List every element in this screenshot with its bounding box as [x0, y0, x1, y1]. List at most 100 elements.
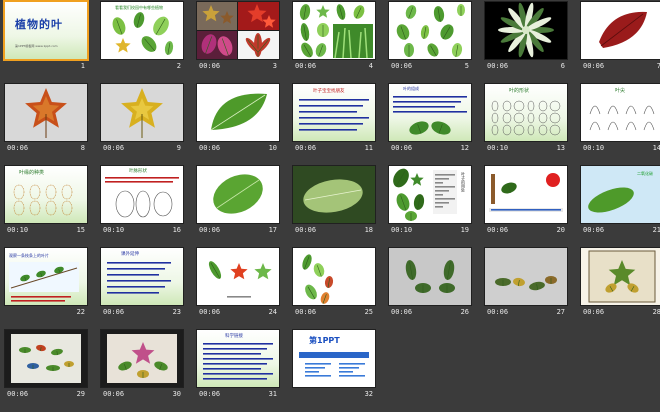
slide-timing: 00:06	[295, 144, 317, 152]
slide-preview[interactable]: 看看我们校园中有哪些植物	[101, 2, 183, 59]
slide-preview[interactable]	[389, 248, 471, 305]
slide-thumbnail-2[interactable]: 看看我们校园中有哪些植物 2	[101, 2, 183, 84]
slide-thumbnail-5[interactable]: 00:06 5	[389, 2, 471, 84]
slide-preview[interactable]: 叶脉形状	[101, 166, 183, 223]
slide-preview[interactable]	[5, 330, 87, 387]
slide-thumbnail-13[interactable]: 叶的形状 00:10 13	[485, 84, 567, 166]
slide-timing: 00:06	[199, 62, 221, 70]
slide-preview[interactable]	[197, 166, 279, 223]
slide-thumbnail-18[interactable]: 00:06 18	[293, 166, 375, 248]
slide-timing: 00:10	[583, 144, 605, 152]
slide-timing: 00:06	[583, 226, 605, 234]
slide-meta: 00:06 11	[293, 143, 375, 153]
slide-title: 课外延伸	[121, 252, 139, 257]
slide-preview[interactable]: 叶子宝宝找朋友	[293, 84, 375, 141]
slide-number: 8	[80, 144, 85, 152]
slide-thumbnail-20[interactable]: 00:06 20	[485, 166, 567, 248]
slide-thumbnail-12[interactable]: 叶的组成 00:06 12	[389, 84, 471, 166]
slide-title: 叶的组成	[403, 86, 419, 91]
slide-number: 5	[464, 62, 469, 70]
slide-preview[interactable]: 科学链接	[197, 330, 279, 387]
slide-thumbnail-32[interactable]: 第1PPT 32	[293, 330, 375, 412]
slide-preview[interactable]	[197, 248, 279, 305]
slide-meta: 00:06 23	[101, 307, 183, 317]
slide-thumbnail-17[interactable]: 00:06 17	[197, 166, 279, 248]
slide-preview[interactable]	[293, 248, 375, 305]
slide-meta: 1	[5, 61, 87, 71]
slide-number: 2	[176, 62, 181, 70]
slide-preview[interactable]: 二氧化碳	[581, 166, 660, 223]
slide-preview[interactable]: 叶的组成	[389, 84, 471, 141]
slide-thumbnail-15[interactable]: 叶缘的种类 00:10 15	[5, 166, 87, 248]
slide-thumbnail-10[interactable]: 00:06 10	[197, 84, 279, 166]
slide-number: 9	[176, 144, 181, 152]
slide-preview[interactable]: 叶的形状	[485, 84, 567, 141]
slide-preview[interactable]: 叶缘的种类	[5, 166, 87, 223]
slide-preview[interactable]	[5, 84, 87, 141]
slide-preview[interactable]	[485, 166, 567, 223]
slide-number: 4	[368, 62, 373, 70]
slide-meta: 00:06 7	[581, 61, 660, 71]
slide-timing: 00:06	[103, 308, 125, 316]
slide-thumbnail-1[interactable]: 植物的叶 第1PPT模板网 www.1ppt.com 1	[5, 2, 87, 84]
slide-preview[interactable]	[485, 2, 567, 59]
slide-meta: 00:06 6	[485, 61, 567, 71]
slide-number: 14	[652, 144, 660, 152]
slide-thumbnail-8[interactable]: 00:06 8	[5, 84, 87, 166]
slide-timing: 00:10	[103, 226, 125, 234]
slide-preview[interactable]	[389, 2, 471, 59]
slide-thumbnail-30[interactable]: 00:06 30	[101, 330, 183, 412]
slide-thumbnail-16[interactable]: 叶脉形状 00:10 16	[101, 166, 183, 248]
slide-number: 15	[76, 226, 85, 234]
slide-meta: 00:10 15	[5, 225, 87, 235]
slide-preview[interactable]	[581, 248, 660, 305]
slide-number: 16	[172, 226, 181, 234]
slide-preview[interactable]: 叶子的用处	[389, 166, 471, 223]
slide-preview[interactable]: 第1PPT	[293, 330, 375, 387]
slide-preview[interactable]	[293, 166, 375, 223]
slide-thumbnail-29[interactable]: 00:06 29	[5, 330, 87, 412]
slide-thumbnail-4[interactable]: 00:06 4	[293, 2, 375, 84]
slide-thumbnail-27[interactable]: 00:06 27	[485, 248, 567, 330]
slide-thumbnail-7[interactable]: 00:06 7	[581, 2, 660, 84]
slide-thumbnail-9[interactable]: 00:06 9	[101, 84, 183, 166]
slide-meta: 00:06 27	[485, 307, 567, 317]
slide-preview[interactable]	[197, 84, 279, 141]
slide-meta: 00:06 25	[293, 307, 375, 317]
slide-thumbnail-28[interactable]: 00:06 28	[581, 248, 660, 330]
slide-thumbnail-19[interactable]: 叶子的用处 00:10 19	[389, 166, 471, 248]
slide-thumbnail-3[interactable]: 00:06 3	[197, 2, 279, 84]
slide-preview[interactable]	[581, 2, 660, 59]
slide-timing: 00:06	[295, 226, 317, 234]
slide-thumbnail-14[interactable]: 叶尖 00:10 14	[581, 84, 660, 166]
slide-thumbnail-25[interactable]: 00:06 25	[293, 248, 375, 330]
slide-preview[interactable]	[101, 330, 183, 387]
slide-meta: 00:06 8	[5, 143, 87, 153]
slide-number: 20	[556, 226, 565, 234]
slide-thumbnail-22[interactable]: 观察一条枝条上的叶片 22	[5, 248, 87, 330]
slide-thumbnail-11[interactable]: 叶子宝宝找朋友 00:06 11	[293, 84, 375, 166]
slide-preview[interactable]	[485, 248, 567, 305]
slide-number: 32	[364, 390, 373, 398]
slide-title: 叶子宝宝找朋友	[313, 89, 345, 94]
slide-thumbnail-31[interactable]: 科学链接 00:06 31	[197, 330, 279, 412]
slide-preview[interactable]	[293, 2, 375, 59]
slide-preview[interactable]: 课外延伸	[101, 248, 183, 305]
slide-meta: 32	[293, 389, 375, 399]
slide-timing: 00:10	[391, 226, 413, 234]
slide-title: 叶脉形状	[129, 169, 147, 174]
slide-thumbnail-24[interactable]: 00:06 24	[197, 248, 279, 330]
slide-thumbnail-26[interactable]: 00:06 26	[389, 248, 471, 330]
slide-number: 28	[652, 308, 660, 316]
slide-preview[interactable]	[197, 2, 279, 59]
slide-preview[interactable]: 植物的叶 第1PPT模板网 www.1ppt.com	[5, 2, 87, 59]
slide-preview[interactable]: 观察一条枝条上的叶片	[5, 248, 87, 305]
slide-thumbnail-23[interactable]: 课外延伸 00:06 23	[101, 248, 183, 330]
slide-preview[interactable]: 叶尖	[581, 84, 660, 141]
slide-meta: 2	[101, 61, 183, 71]
slide-thumbnail-21[interactable]: 二氧化碳 00:06 21	[581, 166, 660, 248]
slide-preview[interactable]	[101, 84, 183, 141]
slide-title: 叶的形状	[509, 88, 530, 94]
slide-timing: 00:06	[7, 144, 29, 152]
slide-thumbnail-6[interactable]: 00:06 6	[485, 2, 567, 84]
